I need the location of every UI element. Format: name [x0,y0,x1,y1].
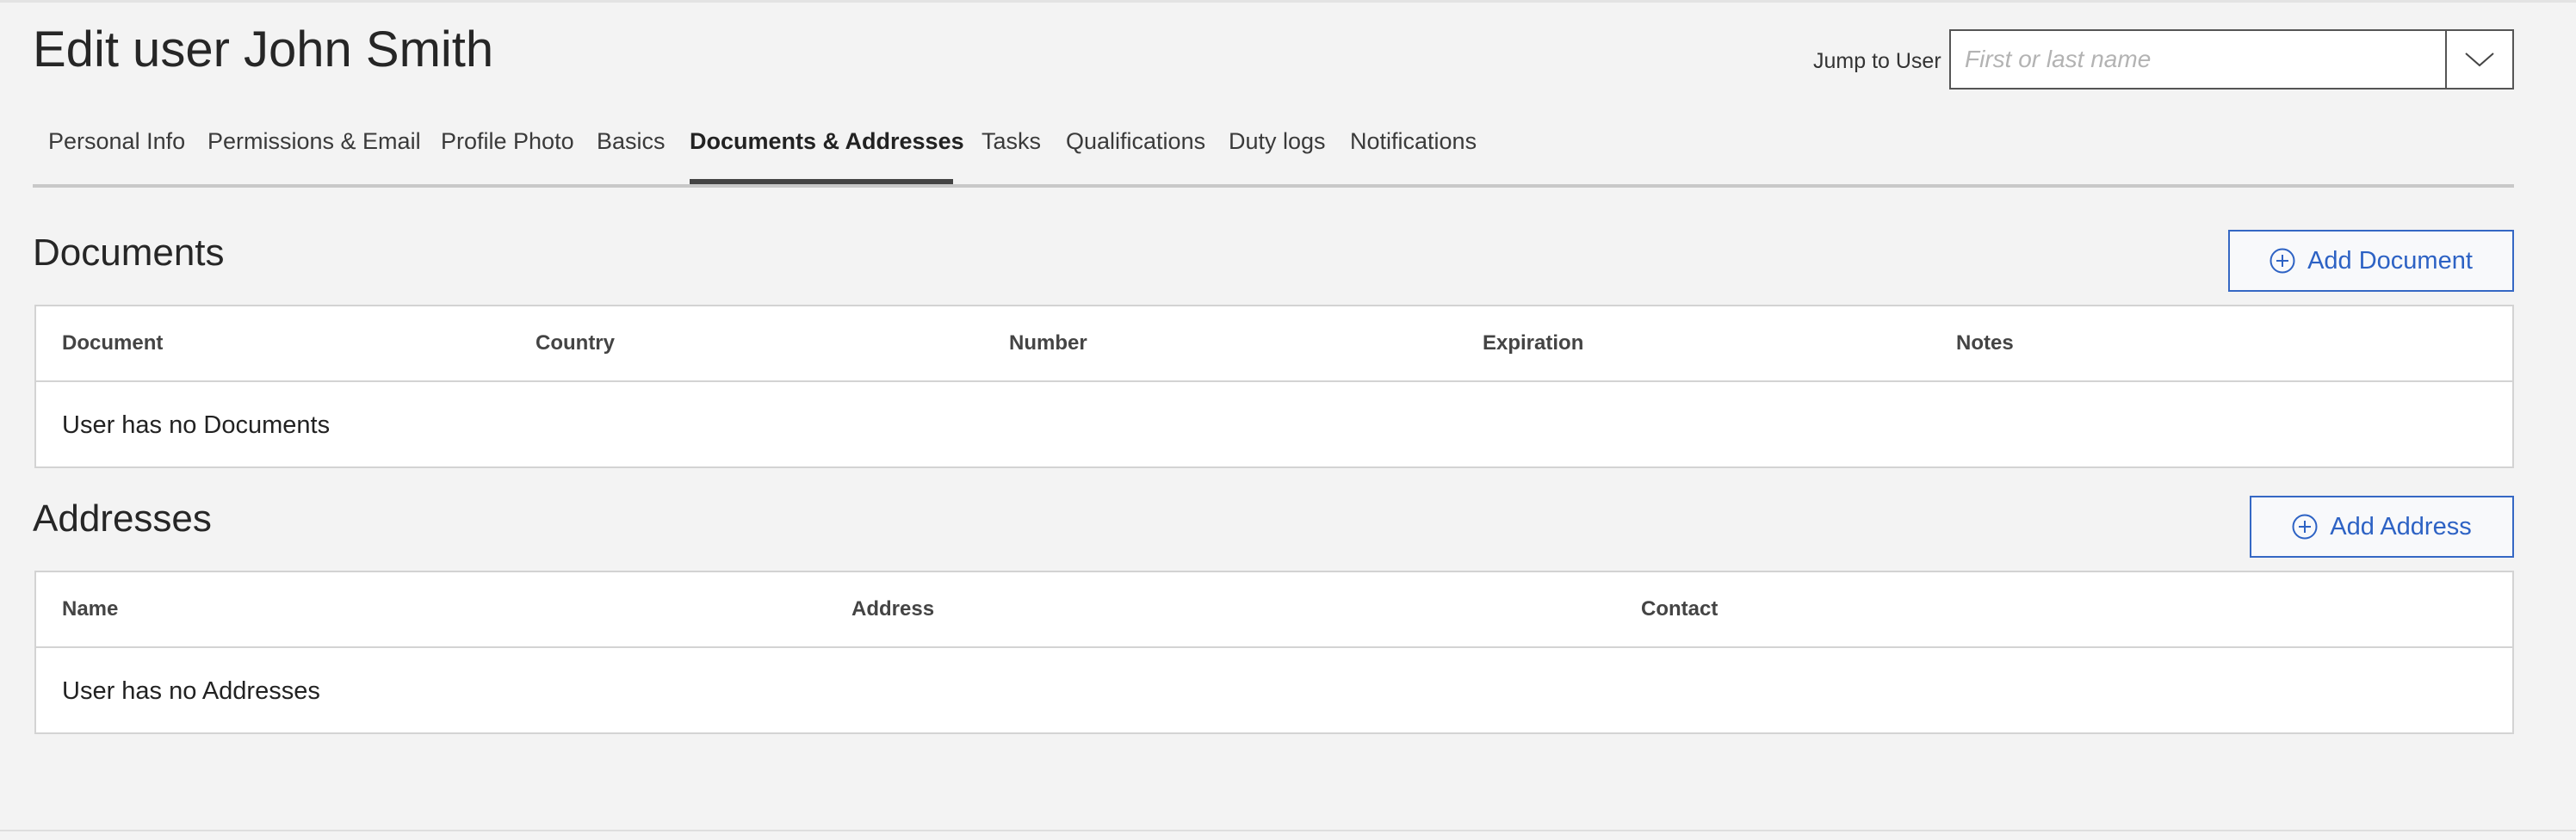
column-header-notes: Notes [1956,331,2014,355]
add-address-button[interactable]: Add Address [2250,496,2514,558]
chevron-down-icon [2465,52,2494,67]
addresses-table-header: Name Address Contact [36,572,2512,648]
tab-notifications[interactable]: Notifications [1350,126,1477,157]
documents-table-body: User has no Documents [36,382,2512,466]
column-header-country: Country [536,331,615,355]
tab-bar: Personal Info Permissions & Email Profil… [33,117,2514,188]
jump-to-user-dropdown-button[interactable] [2445,31,2512,88]
documents-heading: Documents [33,232,225,274]
tab-documents-addresses[interactable]: Documents & Addresses [690,126,964,157]
addresses-table: Name Address Contact User has no Address… [34,571,2514,734]
addresses-heading: Addresses [33,497,212,540]
tab-permissions-email[interactable]: Permissions & Email [207,126,421,157]
documents-table-header: Document Country Number Expiration Notes [36,306,2512,382]
column-header-expiration: Expiration [1483,331,1584,355]
page-title: Edit user John Smith [33,22,494,77]
documents-empty-message: User has no Documents [62,411,331,439]
addresses-empty-message: User has no Addresses [62,677,320,705]
column-header-contact: Contact [1641,597,1718,621]
tab-duty-logs[interactable]: Duty logs [1229,126,1326,157]
addresses-table-body: User has no Addresses [36,648,2512,732]
add-document-button[interactable]: Add Document [2228,230,2514,292]
tab-personal-info[interactable]: Personal Info [48,126,185,157]
column-header-number: Number [1009,331,1087,355]
jump-to-user-input[interactable] [1951,31,2449,88]
documents-table: Document Country Number Expiration Notes… [34,305,2514,468]
tab-qualifications[interactable]: Qualifications [1066,126,1205,157]
column-header-document: Document [62,331,164,355]
column-header-name: Name [62,597,119,621]
jump-to-user-label: Jump to User [1813,49,1941,73]
tab-basics[interactable]: Basics [597,126,666,157]
tab-profile-photo[interactable]: Profile Photo [441,126,574,157]
plus-circle-icon [2269,248,2295,274]
tab-tasks[interactable]: Tasks [981,126,1041,157]
column-header-address: Address [851,597,935,621]
active-tab-indicator [690,179,953,184]
add-document-label: Add Document [2307,246,2473,275]
add-address-label: Add Address [2330,512,2472,540]
jump-to-user-combobox[interactable] [1949,29,2514,90]
footer-divider [0,830,2576,831]
top-shade [0,0,2576,3]
plus-circle-icon [2292,514,2318,540]
